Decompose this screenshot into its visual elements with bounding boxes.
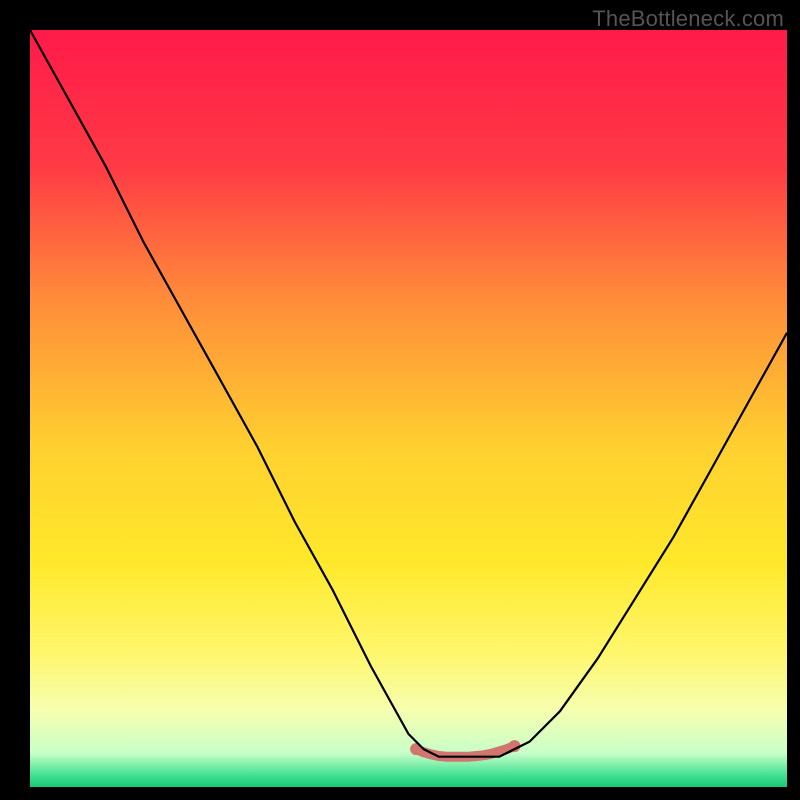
plot-area <box>30 30 787 787</box>
bottleneck-curve-line <box>30 30 787 757</box>
flat-segment-marker-line <box>416 746 514 757</box>
chart-svg <box>30 30 787 787</box>
watermark-text: TheBottleneck.com <box>592 6 784 32</box>
